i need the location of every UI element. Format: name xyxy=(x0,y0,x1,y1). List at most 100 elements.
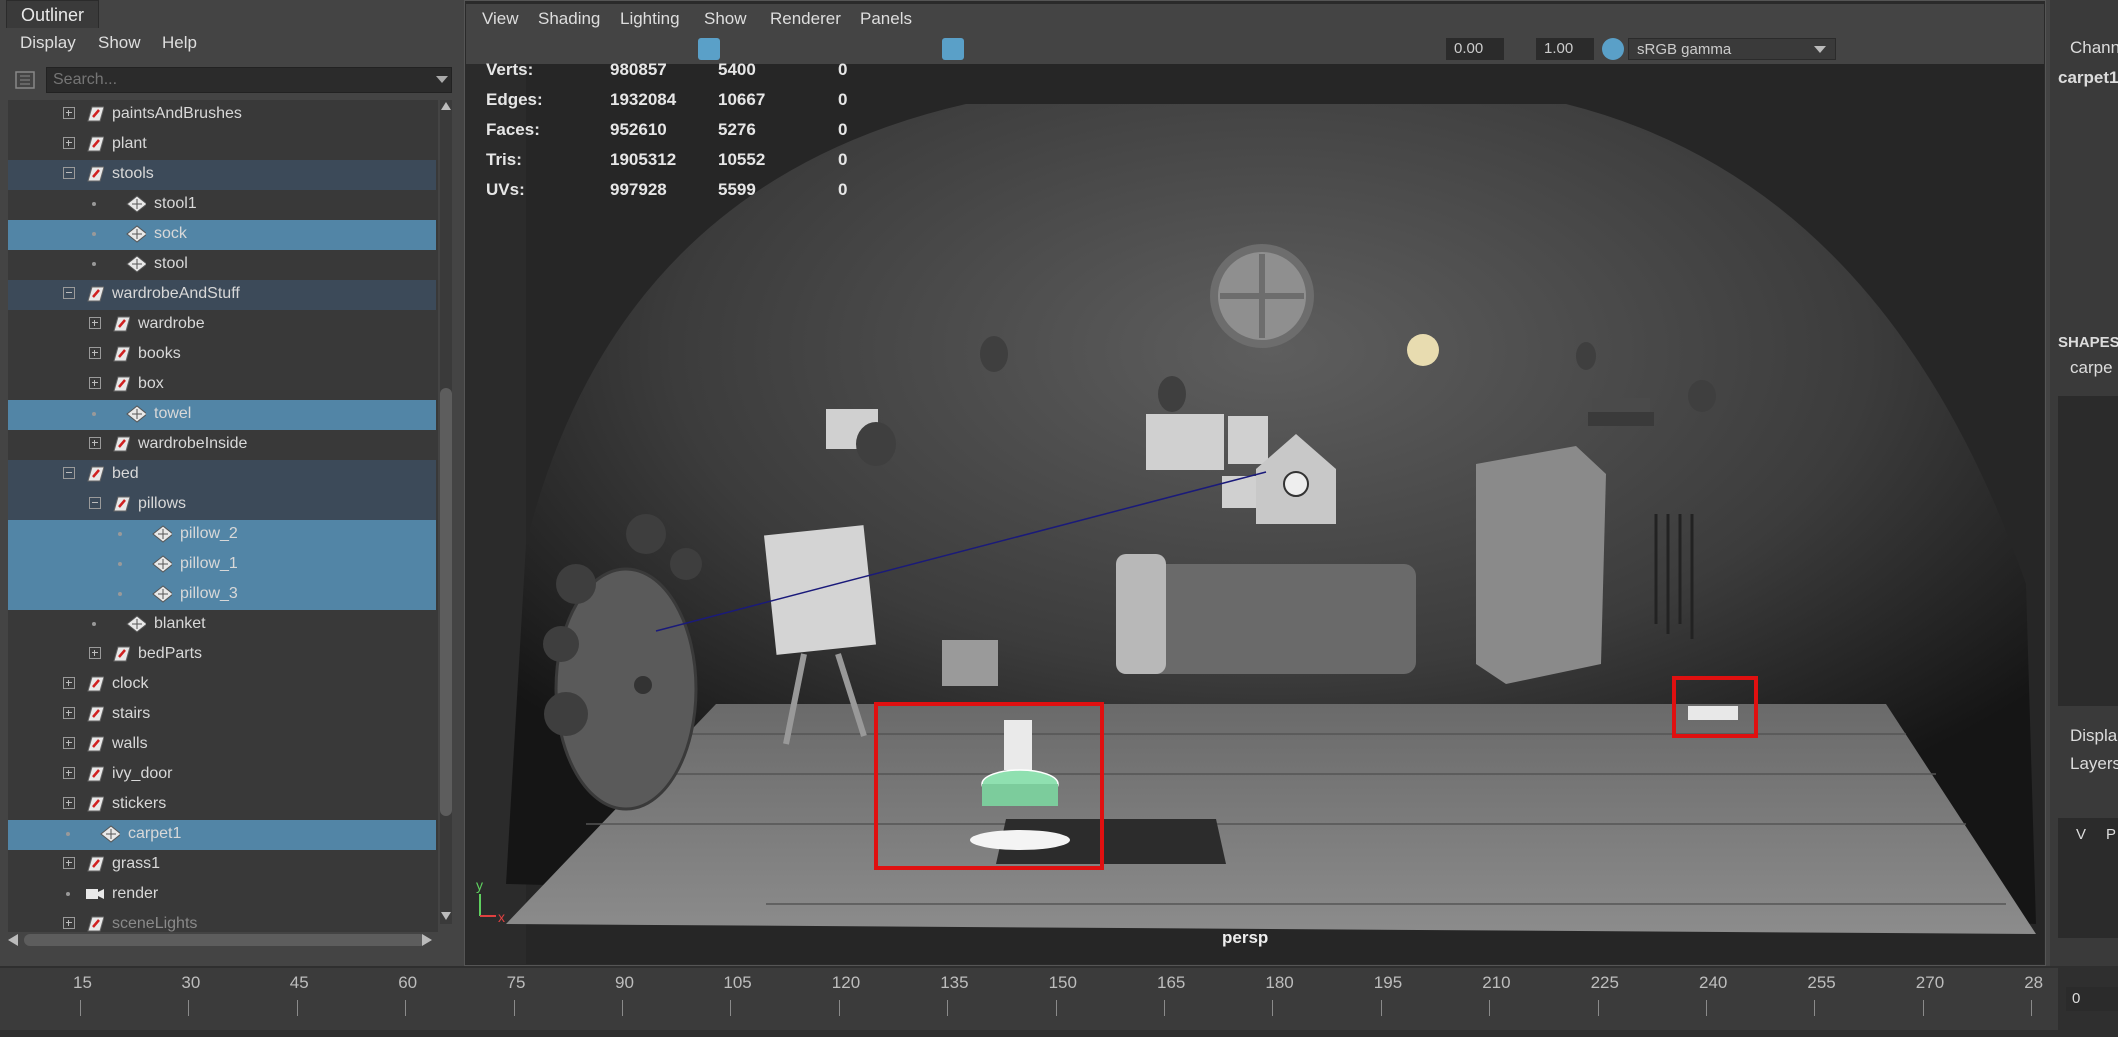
scroll-up-icon[interactable] xyxy=(441,102,451,110)
camera-attributes-icon[interactable] xyxy=(536,38,558,60)
menu-show[interactable]: Show xyxy=(98,33,141,53)
expand-icon[interactable] xyxy=(63,737,75,749)
current-frame-field[interactable]: 0 xyxy=(2066,987,2118,1011)
outliner-item[interactable]: blanket xyxy=(8,610,436,640)
chevron-down-icon[interactable] xyxy=(1814,46,1826,54)
channel-box-tab[interactable]: Channe xyxy=(2070,38,2118,58)
film-gate-icon[interactable] xyxy=(726,38,748,60)
menu-show[interactable]: Show xyxy=(704,9,747,29)
expand-icon[interactable] xyxy=(89,437,101,449)
expand-icon[interactable] xyxy=(63,857,75,869)
2d-pan-zoom-icon[interactable] xyxy=(612,38,634,60)
menu-display[interactable]: Display xyxy=(20,33,76,53)
use-all-lights-icon[interactable] xyxy=(1046,38,1068,60)
display-tab[interactable]: Displa xyxy=(2070,726,2117,746)
gate-mask-icon[interactable] xyxy=(778,38,800,60)
outliner-item[interactable]: pillow_2 xyxy=(8,520,436,550)
shadows-icon[interactable] xyxy=(1072,38,1094,60)
safe-action-icon[interactable] xyxy=(830,38,852,60)
exposure-field[interactable]: 0.00 xyxy=(1446,38,1504,60)
outliner-item[interactable]: books xyxy=(8,340,436,370)
expand-icon[interactable] xyxy=(63,797,75,809)
outliner-item[interactable]: sock xyxy=(8,220,436,250)
textured-icon[interactable] xyxy=(1020,38,1042,60)
outliner-hscroll-thumb[interactable] xyxy=(24,934,426,946)
outliner-item[interactable]: pillow_3 xyxy=(8,580,436,610)
outliner-item[interactable]: carpet1 xyxy=(8,820,436,850)
xray-active-icon[interactable] xyxy=(1346,38,1368,60)
outliner-item[interactable]: clock xyxy=(8,670,436,700)
image-plane-icon[interactable] xyxy=(586,38,608,60)
expand-icon[interactable] xyxy=(89,647,101,659)
outliner-item[interactable]: paintsAndBrushes xyxy=(8,100,436,130)
scroll-down-icon[interactable] xyxy=(441,912,451,920)
outliner-item[interactable]: plant xyxy=(8,130,436,160)
ambient-occlusion-icon[interactable] xyxy=(1132,38,1154,60)
search-dropdown-icon[interactable] xyxy=(436,76,448,84)
outliner-item[interactable]: pillow_1 xyxy=(8,550,436,580)
expand-icon[interactable] xyxy=(63,917,75,929)
tree-scroll-thumb[interactable] xyxy=(440,388,452,816)
smooth-shade-icon[interactable] xyxy=(942,38,964,60)
exposure-icon[interactable] xyxy=(1422,38,1444,60)
outliner-item[interactable]: walls xyxy=(8,730,436,760)
bookmark-icon[interactable] xyxy=(560,38,582,60)
safe-title-icon[interactable] xyxy=(856,38,878,60)
layers-menu[interactable]: Layers xyxy=(2070,754,2118,774)
resolution-gate-icon[interactable] xyxy=(752,38,774,60)
expand-icon[interactable] xyxy=(63,137,75,149)
outliner-item[interactable]: wardrobe xyxy=(8,310,436,340)
xray-joints-icon[interactable] xyxy=(1372,38,1394,60)
outliner-item[interactable]: grass1 xyxy=(8,850,436,880)
expand-icon[interactable] xyxy=(63,767,75,779)
motion-blur-icon[interactable] xyxy=(1158,38,1180,60)
outliner-item[interactable]: wardrobeInside xyxy=(8,430,436,460)
search-input[interactable] xyxy=(46,67,452,93)
color-space-select[interactable]: sRGB gamma xyxy=(1628,38,1836,60)
outliner-item[interactable]: ivy_door xyxy=(8,760,436,790)
scroll-right-icon[interactable] xyxy=(420,934,432,946)
menu-help[interactable]: Help xyxy=(162,33,197,53)
expand-icon[interactable] xyxy=(63,107,75,119)
outliner-item[interactable]: sceneLights xyxy=(8,910,436,932)
select-camera-icon[interactable] xyxy=(484,38,506,60)
menu-view[interactable]: View xyxy=(482,9,519,29)
gamma-field[interactable]: 1.00 xyxy=(1536,38,1594,60)
expand-icon[interactable] xyxy=(89,377,101,389)
menu-renderer[interactable]: Renderer xyxy=(770,9,841,29)
expand-icon[interactable] xyxy=(63,677,75,689)
grease-pencil-icon[interactable] xyxy=(638,38,660,60)
menu-lighting[interactable]: Lighting xyxy=(620,9,680,29)
collapse-icon[interactable] xyxy=(89,497,101,509)
expand-icon[interactable] xyxy=(63,707,75,719)
outliner-item[interactable]: pillows xyxy=(8,490,436,520)
default-material-icon[interactable] xyxy=(968,38,990,60)
wireframe-icon[interactable] xyxy=(916,38,938,60)
isolate-select-icon[interactable] xyxy=(1264,38,1286,60)
shape-name[interactable]: carpe xyxy=(2070,358,2113,378)
outliner-item[interactable]: stools xyxy=(8,160,436,190)
menu-shading[interactable]: Shading xyxy=(538,9,600,29)
gamma-icon[interactable] xyxy=(1512,38,1534,60)
outliner-item[interactable]: stairs xyxy=(8,700,436,730)
field-chart-icon[interactable] xyxy=(804,38,826,60)
collapse-icon[interactable] xyxy=(63,467,75,479)
outliner-item[interactable]: bed xyxy=(8,460,436,490)
wireframe-on-shaded-icon[interactable] xyxy=(994,38,1016,60)
outliner-item[interactable]: render xyxy=(8,880,436,910)
outliner-item[interactable]: bedParts xyxy=(8,640,436,670)
grid-icon[interactable] xyxy=(698,38,720,60)
outliner-item[interactable]: towel xyxy=(8,400,436,430)
outliner-item[interactable]: stickers xyxy=(8,790,436,820)
depth-of-field-icon[interactable] xyxy=(1210,38,1232,60)
color-management-icon[interactable] xyxy=(1602,38,1624,60)
lock-camera-icon[interactable] xyxy=(510,38,532,60)
collapse-icon[interactable] xyxy=(63,167,75,179)
outliner-item[interactable]: box xyxy=(8,370,436,400)
collapse-icon[interactable] xyxy=(63,287,75,299)
outliner-item[interactable]: stool1 xyxy=(8,190,436,220)
outliner-tab[interactable]: Outliner xyxy=(6,0,100,29)
viewport-scene[interactable]: y x xyxy=(466,64,2044,964)
outliner-item[interactable]: stool xyxy=(8,250,436,280)
outliner-item[interactable]: wardrobeAndStuff xyxy=(8,280,436,310)
